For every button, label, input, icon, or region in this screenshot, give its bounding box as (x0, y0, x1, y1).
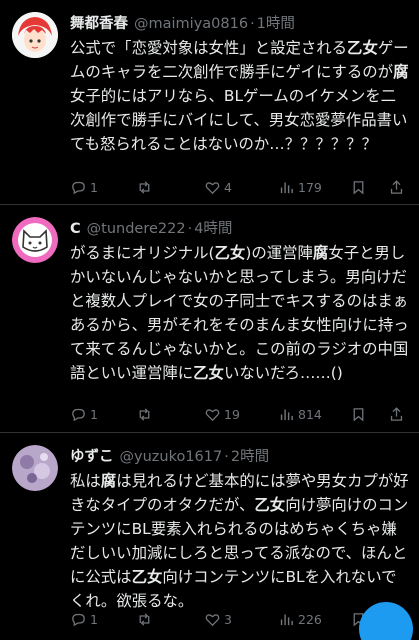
views-button[interactable]: 814 (278, 406, 322, 423)
share-button[interactable] (388, 179, 405, 196)
views-icon (280, 614, 293, 625)
text-segment: がるまにオリジナル( (70, 244, 215, 262)
tweet[interactable]: ゆずこ @yuzuko1617 · 2時間 私は腐は見れるけど基本的には夢や男女… (0, 433, 419, 640)
display-name[interactable]: C (70, 221, 81, 237)
reply-count: 1 (90, 179, 98, 195)
timestamp[interactable]: 4時間 (194, 217, 232, 238)
like-button[interactable]: 3 (204, 611, 232, 628)
tweet-header: ゆずこ @yuzuko1617 · 2時間 (70, 445, 411, 467)
like-count: 4 (224, 179, 232, 195)
share-icon (390, 406, 403, 421)
tweet-text: 公式で「恋愛対象は女性」と設定される乙女ゲームのキャラを二次創作で勝手にゲイにす… (70, 36, 411, 156)
display-name[interactable]: 舞都香春 (70, 12, 128, 33)
retweet-icon (139, 612, 150, 626)
highlighted-keyword: 腐 (100, 472, 117, 490)
reply-count: 1 (90, 406, 98, 422)
timestamp[interactable]: 1時間 (257, 12, 295, 33)
highlighted-keyword: 乙女 (131, 568, 163, 586)
like-button[interactable]: 4 (204, 179, 232, 196)
like-count: 19 (224, 406, 240, 422)
like-button[interactable]: 19 (204, 406, 240, 423)
user-handle[interactable]: @maimiya0816 (134, 16, 248, 32)
separator-dot: · (224, 449, 229, 465)
separator-dot: · (187, 221, 193, 237)
retweet-icon (139, 407, 150, 421)
text-segment: 公式で「恋愛対象は女性」と設定される (70, 39, 348, 57)
reply-icon (72, 408, 85, 421)
like-icon (205, 181, 220, 194)
tweet-actions: 1 4 179 (70, 177, 410, 197)
retweet-button[interactable] (136, 611, 156, 628)
bookmark-button[interactable] (350, 406, 367, 423)
user-handle[interactable]: @yuzuko1617 (120, 449, 223, 465)
views-button[interactable]: 179 (278, 179, 322, 196)
retweet-button[interactable] (136, 179, 156, 196)
views-count: 179 (298, 179, 322, 195)
tweet-text: がるまにオリジナル(乙女)の運営陣腐女子と男しかいないんじゃないかと思ってしまう… (70, 241, 411, 385)
text-segment: 女子と男しかいないんじゃないかと思ってしまう。男向けだと複数人プレイで女の子同士… (70, 244, 409, 382)
bookmark-icon (353, 407, 364, 422)
bookmark-icon (353, 180, 364, 195)
text-segment: 私は (70, 472, 101, 490)
tweet-header: 舞都香春 @maimiya0816 · 1時間 (70, 12, 411, 34)
tweet-header: C @tundere222 · 4時間 (70, 217, 411, 239)
share-button[interactable] (388, 406, 405, 423)
highlighted-keyword: 乙女 (214, 244, 246, 262)
bookmark-button[interactable] (350, 179, 367, 196)
timestamp[interactable]: 2時間 (231, 445, 269, 466)
views-icon (280, 182, 293, 193)
highlighted-keyword: 乙女 (193, 364, 224, 382)
text-segment: 女子的にはアリなら、BLゲームのイケメンを二次創作で勝手にバイにして、男女恋愛夢… (70, 87, 408, 153)
reply-button[interactable]: 1 (70, 611, 98, 628)
highlighted-keyword: 腐 (312, 244, 329, 262)
reply-icon (72, 181, 85, 194)
highlighted-keyword: 腐 (393, 63, 409, 81)
avatar[interactable] (12, 12, 58, 58)
like-icon (205, 408, 220, 421)
text-segment: )の運営陣 (245, 244, 313, 262)
separator-dot: · (250, 16, 255, 32)
tweet[interactable]: C @tundere222 · 4時間 がるまにオリジナル(乙女)の運営陣腐女子… (0, 205, 419, 433)
views-icon (280, 409, 293, 420)
views-button[interactable]: 226 (278, 611, 322, 628)
share-icon (390, 179, 403, 194)
retweet-button[interactable] (136, 406, 156, 423)
like-count: 3 (224, 611, 232, 627)
tweet[interactable]: 舞都香春 @maimiya0816 · 1時間 公式で「恋愛対象は女性」と設定さ… (0, 0, 419, 205)
views-count: 226 (298, 611, 322, 627)
user-handle[interactable]: @tundere222 (87, 221, 186, 237)
avatar[interactable] (12, 445, 58, 491)
views-count: 814 (298, 406, 322, 422)
retweet-icon (139, 180, 150, 194)
highlighted-keyword: 乙女 (347, 39, 378, 57)
reply-button[interactable]: 1 (70, 179, 98, 196)
reply-button[interactable]: 1 (70, 406, 98, 423)
tweet-actions: 1 19 814 (70, 404, 410, 424)
avatar[interactable] (12, 217, 58, 263)
reply-icon (72, 613, 85, 626)
text-segment: いないだろ……() (223, 364, 343, 382)
like-icon (205, 613, 220, 626)
highlighted-keyword: 乙女 (254, 496, 286, 514)
reply-count: 1 (90, 611, 98, 627)
display-name[interactable]: ゆずこ (70, 445, 114, 466)
tweet-text: 私は腐は見れるけど基本的には夢や男女カプが好きなタイプのオタクだが、乙女向け夢向… (70, 469, 411, 613)
